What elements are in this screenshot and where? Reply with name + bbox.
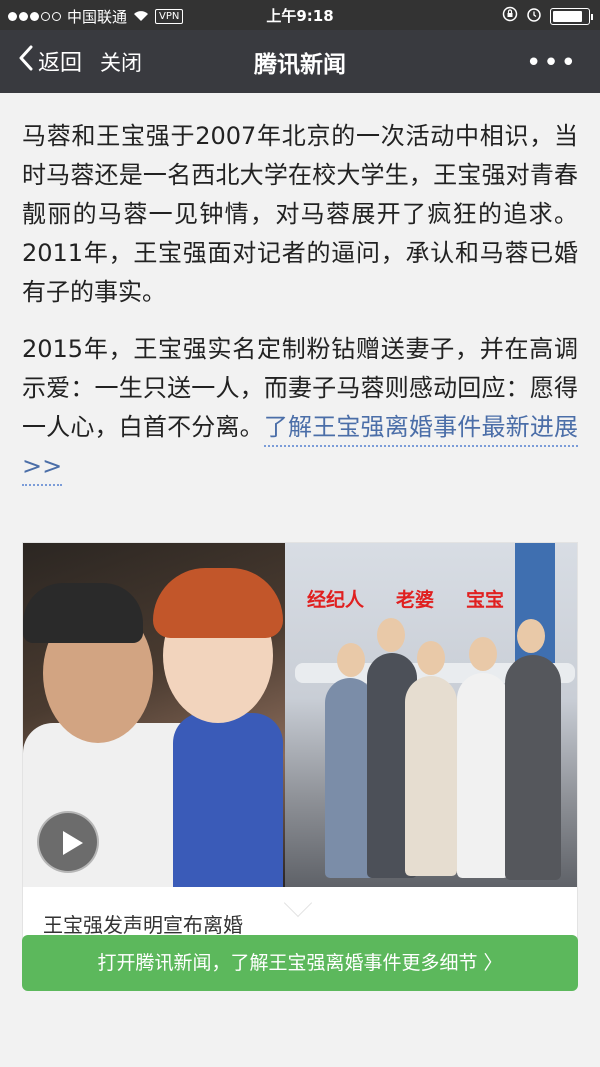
photo-tag: 宝宝 [466, 589, 505, 611]
status-bar: 中国联通 VPN 上午9:18 [0, 0, 600, 30]
video-thumbnail[interactable]: 经纪人 老婆 宝宝 [23, 543, 577, 887]
thumbnail-photo-group: 经纪人 老婆 宝宝 [285, 543, 577, 887]
article-paragraph-1: 马蓉和王宝强于2007年北京的一次活动中相识，当时马蓉还是一名西北大学在校大学生… [22, 122, 578, 306]
battery-icon [550, 7, 593, 25]
photo-tag: 老婆 [396, 589, 435, 611]
play-button[interactable] [37, 811, 99, 873]
article-paragraph-2: 2015年，王宝强实名定制粉钻赠送妻子，并在高调示爱：一生只送一人，而妻子马蓉则… [22, 330, 579, 486]
battery-level [553, 10, 582, 22]
article-content: 马蓉和王宝强于2007年北京的一次活动中相识，当时马蓉还是一名西北大学在校大学生… [0, 93, 600, 1067]
thumbnail-photo-couple [23, 543, 285, 887]
open-app-button[interactable]: 打开腾讯新闻，了解王宝强离婚事件更多细节 〉 [22, 935, 578, 991]
nav-bar: 返回 关闭 腾讯新闻 ••• [0, 30, 600, 93]
status-right [502, 6, 593, 26]
more-button[interactable]: ••• [526, 48, 578, 78]
page-title: 腾讯新闻 [254, 52, 346, 78]
photo-tags: 经纪人 老婆 宝宝 [307, 585, 504, 612]
rotation-lock-icon [502, 6, 518, 26]
alarm-icon [526, 6, 542, 26]
photo-tag: 经纪人 [307, 589, 365, 611]
